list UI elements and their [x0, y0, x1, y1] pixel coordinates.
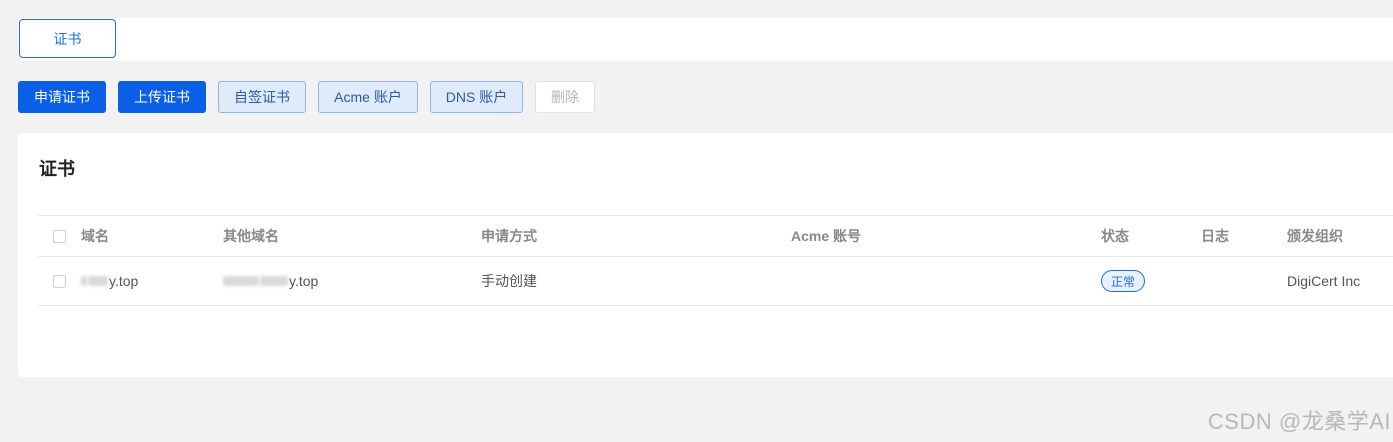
cell-method: 手动创建	[481, 273, 537, 289]
delete-button: 删除	[535, 81, 595, 113]
tab-bar: 证书	[18, 18, 1393, 61]
status-badge: 正常	[1101, 270, 1146, 292]
column-header-method: 申请方式	[481, 228, 537, 244]
redacted-text	[81, 276, 87, 286]
toolbar: 申请证书 上传证书 自签证书 Acme 账户 DNS 账户 删除	[18, 81, 607, 113]
tab-certificates[interactable]: 证书	[19, 19, 116, 58]
certificate-card: 证书 域名 其他域名 申请方式 Acme 账号 状态 日志 颁发组织 y.top…	[18, 133, 1393, 377]
column-header-issuer: 颁发组织	[1287, 228, 1343, 244]
table-header-row: 域名 其他域名 申请方式 Acme 账号 状态 日志 颁发组织	[38, 215, 1393, 256]
watermark: CSDN @龙桑学AI	[1207, 409, 1391, 434]
column-header-log: 日志	[1201, 228, 1229, 244]
cell-status: 正常	[1101, 257, 1146, 305]
cell-issuer: DigiCert Inc	[1287, 273, 1361, 289]
card-title: 证书	[39, 159, 75, 179]
cell-other-domains: y.top	[223, 257, 318, 305]
table-row[interactable]: y.top y.top 手动创建 正常 DigiCert Inc	[38, 256, 1393, 306]
upload-certificate-button[interactable]: 上传证书	[118, 81, 206, 113]
column-header-acme-account: Acme 账号	[791, 228, 862, 244]
dns-account-button[interactable]: DNS 账户	[430, 81, 523, 113]
redacted-text	[260, 276, 288, 286]
self-signed-certificate-button[interactable]: 自签证书	[218, 81, 306, 113]
redacted-text	[223, 276, 259, 286]
row-checkbox[interactable]	[53, 274, 66, 288]
apply-certificate-button[interactable]: 申请证书	[18, 81, 106, 113]
select-all-checkbox[interactable]	[53, 229, 66, 243]
redacted-text	[88, 276, 108, 286]
certificate-table: 域名 其他域名 申请方式 Acme 账号 状态 日志 颁发组织 y.top y.…	[38, 215, 1393, 306]
column-header-domain: 域名	[81, 228, 109, 244]
column-header-status: 状态	[1101, 228, 1129, 244]
cell-domain: y.top	[81, 257, 138, 305]
column-header-other-domains: 其他域名	[223, 228, 279, 244]
acme-account-button[interactable]: Acme 账户	[318, 81, 418, 113]
